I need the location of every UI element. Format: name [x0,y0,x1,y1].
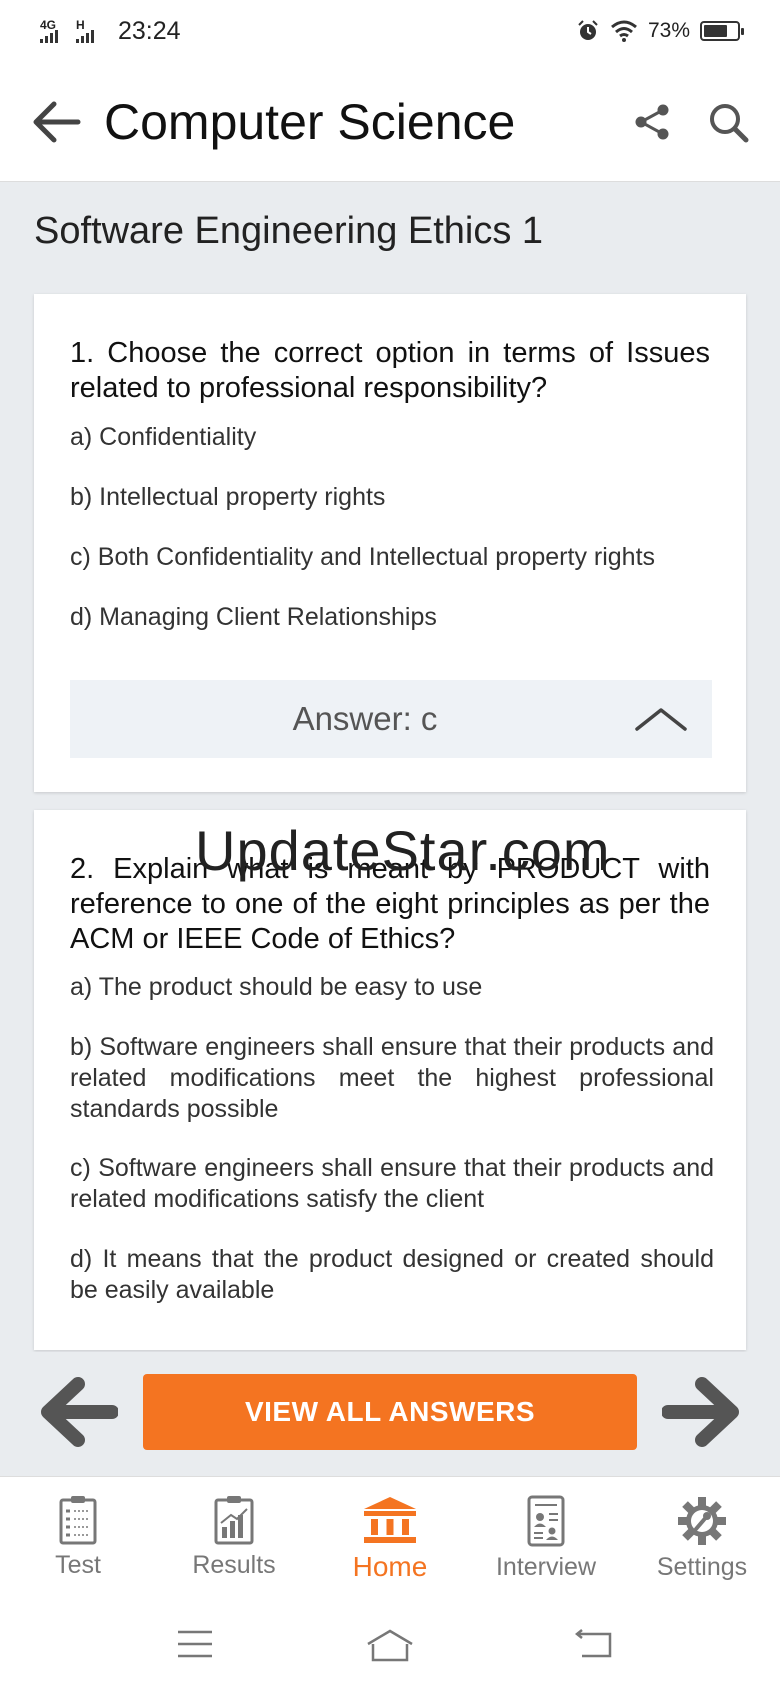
tab-label: Test [55,1551,101,1579]
menu-icon[interactable] [176,1628,214,1660]
question-card-1: 1. Choose the correct option in terms of… [34,294,746,792]
signal-bars-icon [40,29,58,43]
option-c[interactable]: c) Software engineers shall ensure that … [70,1153,714,1215]
system-nav-bar [0,1606,780,1690]
option-b[interactable]: b) Software engineers shall ensure that … [70,1032,714,1125]
view-all-answers-button[interactable]: VIEW ALL ANSWERS [143,1374,637,1450]
question-text: 1. Choose the correct option in terms of… [70,337,710,404]
signal-h: H [76,19,102,43]
status-left: 4G H 23:24 [40,17,181,46]
app-bar: Computer Science [0,62,780,182]
tab-label: Home [352,1551,428,1582]
tab-interview[interactable]: Interview [468,1477,624,1606]
tab-home[interactable]: Home [312,1477,468,1606]
option-d[interactable]: d) Managing Client Relationships [70,602,714,633]
share-icon[interactable] [632,102,672,142]
chevron-up-icon[interactable] [634,706,688,732]
prev-arrow-icon[interactable] [38,1376,118,1448]
arrow-left-icon[interactable] [30,101,82,143]
answer-toggle[interactable]: Answer: c [70,680,712,758]
search-icon[interactable] [706,100,750,144]
status-right: 73% [576,19,744,43]
page-title: Software Engineering Ethics 1 [34,210,544,252]
gear-icon [678,1497,726,1545]
question-text: 2. Explain what is meant by PRODUCT with… [70,853,710,955]
wifi-icon [611,20,637,42]
question-nav: VIEW ALL ANSWERS [0,1352,780,1476]
home-system-icon[interactable] [365,1628,415,1664]
option-c[interactable]: c) Both Confidentiality and Intellectual… [70,542,714,573]
checklist-icon [59,1496,97,1545]
back-system-icon[interactable] [574,1628,614,1660]
answer-text: Answer: c [292,700,438,737]
next-arrow-icon[interactable] [662,1376,742,1448]
battery-percent: 73% [647,19,690,42]
bar-chart-icon [214,1496,254,1545]
tab-results[interactable]: Results [156,1477,312,1606]
signal-4g: 4G [40,19,66,43]
tab-label: Results [192,1551,276,1579]
battery-icon [700,21,744,41]
tab-label: Interview [495,1553,597,1581]
question-card-2: 2. Explain what is meant by PRODUCT with… [34,810,746,1350]
id-card-icon [527,1495,565,1547]
clock: 23:24 [118,16,181,45]
tab-label: Settings [656,1553,748,1581]
status-bar: 4G H 23:24 73% [0,0,780,62]
bottom-tab-bar: Test Results Home Interview Settings [0,1476,780,1606]
option-a[interactable]: a) The product should be easy to use [70,972,714,1003]
option-a[interactable]: a) Confidentiality [70,422,714,453]
battery-fill [704,25,728,37]
tab-settings[interactable]: Settings [624,1477,780,1606]
signal-bars-icon [76,29,94,43]
alarm-icon [578,20,598,40]
option-b[interactable]: b) Intellectual property rights [70,482,714,513]
option-d[interactable]: d) It means that the product designed or… [70,1244,714,1306]
app-title: Computer Science [104,93,516,150]
tab-test[interactable]: Test [0,1477,156,1606]
institution-icon [364,1497,416,1543]
